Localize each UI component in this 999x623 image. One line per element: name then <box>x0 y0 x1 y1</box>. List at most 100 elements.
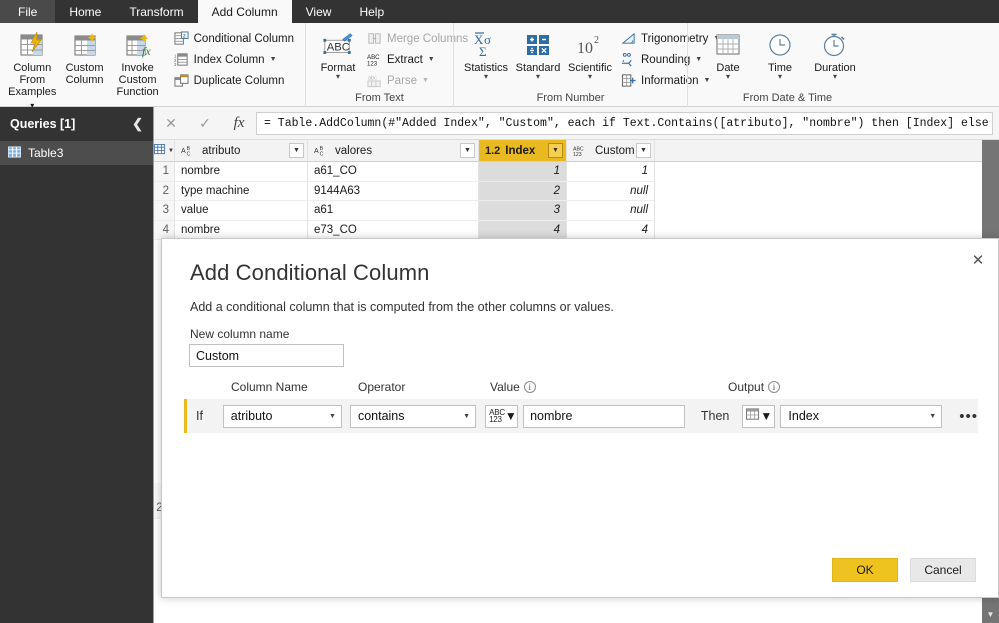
abc-pencil-icon: ABC <box>322 28 354 62</box>
column-header-index[interactable]: 1.2 Index ▼ <box>479 140 567 161</box>
cancel-x-icon[interactable]: ✕ <box>154 107 188 140</box>
chevron-down-icon[interactable]: ▼ <box>422 77 429 84</box>
cell-valores[interactable]: a61 <box>308 201 479 221</box>
table-row[interactable]: 2 type machine 9144A63 2 null <box>154 181 999 201</box>
header-output: Output i <box>728 380 781 394</box>
table-row[interactable]: 3 value a61 3 null <box>154 201 999 221</box>
rule-value-input[interactable]: nombre <box>523 404 685 428</box>
column-filter-atributo-button[interactable]: ▼ <box>289 143 304 158</box>
merge-columns-icon <box>366 30 383 47</box>
chevron-left-icon[interactable]: ❮ <box>132 116 143 132</box>
header-column-name: Column Name <box>231 380 308 394</box>
cell-valores[interactable]: 9144A63 <box>308 181 479 201</box>
svg-text:C: C <box>187 151 191 156</box>
new-column-name-input[interactable]: Custom <box>189 344 344 367</box>
information-icon <box>620 72 637 89</box>
cell-index[interactable]: 1 <box>479 162 567 182</box>
table-row[interactable]: 1 nombre a61_CO 1 1 <box>154 162 999 182</box>
svg-text:2: 2 <box>594 35 599 46</box>
tab-file[interactable]: File <box>0 0 56 23</box>
cell-atributo[interactable]: value <box>175 201 308 221</box>
chevron-down-icon[interactable]: ▼ <box>168 148 174 154</box>
chevron-down-icon[interactable]: ▾ <box>588 73 592 81</box>
cell-custom[interactable]: null <box>567 181 655 201</box>
scroll-down-icon[interactable]: ▼ <box>982 606 999 623</box>
rule-column-name-select[interactable]: atributo ▼ <box>222 404 342 428</box>
cell-atributo[interactable]: nombre <box>175 162 308 182</box>
rule-operator-select[interactable]: contains ▼ <box>349 404 477 428</box>
ribbon-button-conditional-column[interactable]: z Conditional Column <box>171 28 299 49</box>
ribbon-group-general: Column From Examples ▾ Custom Column fx … <box>0 23 305 124</box>
ribbon-button-standard[interactable]: Standard ▾ <box>512 26 564 81</box>
rule-output-select[interactable]: Index ▼ <box>780 404 943 428</box>
ribbon-button-scientific[interactable]: 10 2 Scientific ▾ <box>564 26 616 81</box>
ribbon-button-column-from-examples-label: Column From Examples ▾ <box>8 62 57 110</box>
ribbon-button-custom-column[interactable]: Custom Column <box>59 26 111 86</box>
ellipsis-icon[interactable]: ••• <box>959 408 978 425</box>
ribbon-button-parse-label: Parse <box>387 74 418 87</box>
cell-custom[interactable]: null <box>567 201 655 221</box>
rule-output-type-select[interactable]: ▼ <box>742 404 776 428</box>
ribbon-button-duplicate-column[interactable]: Duplicate Column <box>171 70 299 91</box>
cancel-button[interactable]: Cancel <box>910 558 976 582</box>
column-header-atributo[interactable]: A B C atributo ▼ <box>175 140 308 161</box>
tab-add-column[interactable]: Add Column <box>197 0 292 23</box>
ribbon-button-duration[interactable]: Duration ▾ <box>806 26 864 81</box>
query-item-table3[interactable]: Table3 <box>0 141 153 165</box>
tab-view[interactable]: View <box>292 0 346 23</box>
ribbon-button-time[interactable]: Time ▾ <box>754 26 806 81</box>
tab-home[interactable]: Home <box>55 0 115 23</box>
ribbon-button-date[interactable]: Date ▾ <box>702 26 754 81</box>
chevron-down-icon[interactable]: ▾ <box>336 73 340 81</box>
fx-icon[interactable]: fx <box>222 107 256 140</box>
table-header-row: ▼ A B C atributo ▼ A B C valores ▼ 1.2 I… <box>154 140 999 162</box>
column-filter-custom-button[interactable]: ▼ <box>636 143 651 158</box>
chevron-down-icon[interactable]: ▼ <box>270 56 277 63</box>
query-item-table3-label: Table3 <box>28 146 64 160</box>
cell-index[interactable]: 3 <box>479 201 567 221</box>
queries-pane: Queries [1] ❮ Table3 <box>0 107 153 623</box>
info-icon[interactable]: i <box>768 381 781 393</box>
chevron-down-icon[interactable]: ▾ <box>484 73 488 81</box>
queries-pane-header: Queries [1] ❮ <box>0 107 153 141</box>
ribbon-button-column-from-examples[interactable]: Column From Examples ▾ <box>6 26 59 112</box>
cell-atributo[interactable]: type machine <box>175 181 308 201</box>
tab-help[interactable]: Help <box>345 0 398 23</box>
ribbon-group-from-date-time-label: From Date & Time <box>742 92 833 104</box>
column-filter-valores-button[interactable]: ▼ <box>460 143 475 158</box>
chevron-down-icon: ▼ <box>760 409 773 423</box>
chevron-down-icon[interactable]: ▾ <box>778 73 782 81</box>
header-operator: Operator <box>358 380 406 394</box>
column-filter-index-button[interactable]: ▼ <box>548 143 563 158</box>
ribbon-button-invoke-custom-function[interactable]: fx Invoke Custom Function <box>111 26 165 98</box>
abc123-icon: ABC 123 <box>489 407 505 424</box>
ribbon-button-index-column[interactable]: 1 2 3 Index Column ▼ <box>171 49 299 70</box>
chevron-down-icon[interactable]: ▼ <box>428 56 435 63</box>
table-select-all-button[interactable]: ▼ <box>154 140 175 161</box>
dialog-subtitle: Add a conditional column that is compute… <box>190 300 614 314</box>
info-icon[interactable]: i <box>523 381 536 393</box>
column-header-custom[interactable]: ABC 123 Custom ▼ <box>567 140 655 161</box>
column-header-valores-label: valores <box>335 144 373 157</box>
cell-valores[interactable]: a61_CO <box>308 162 479 182</box>
chevron-down-icon[interactable]: ▾ <box>726 73 730 81</box>
column-header-valores[interactable]: A B C valores ▼ <box>308 140 479 161</box>
close-icon[interactable]: ✕ <box>964 248 992 272</box>
svg-text:A: A <box>314 147 319 154</box>
triangle-icon <box>620 30 637 47</box>
cell-index[interactable]: 2 <box>479 181 567 201</box>
ok-button[interactable]: OK <box>832 558 898 582</box>
rule-value-type-select[interactable]: ABC 123 ▼ <box>485 404 519 428</box>
chevron-down-icon[interactable]: ▾ <box>833 73 837 81</box>
conditional-column-icon: z <box>173 30 190 47</box>
svg-text:C: C <box>320 151 324 156</box>
ribbon-button-extract-label: Extract <box>387 53 423 66</box>
check-icon[interactable]: ✓ <box>188 107 222 140</box>
ribbon-button-statistics[interactable]: X σ Σ Statistics ▾ <box>460 26 512 81</box>
chevron-down-icon[interactable]: ▾ <box>536 73 540 81</box>
cell-custom[interactable]: 1 <box>567 162 655 182</box>
ribbon-button-format[interactable]: ABC Format ▾ <box>312 26 364 81</box>
tab-transform[interactable]: Transform <box>115 0 197 23</box>
calendar-icon <box>714 28 742 62</box>
formula-input[interactable]: = Table.AddColumn(#"Added Index", "Custo… <box>256 111 993 135</box>
